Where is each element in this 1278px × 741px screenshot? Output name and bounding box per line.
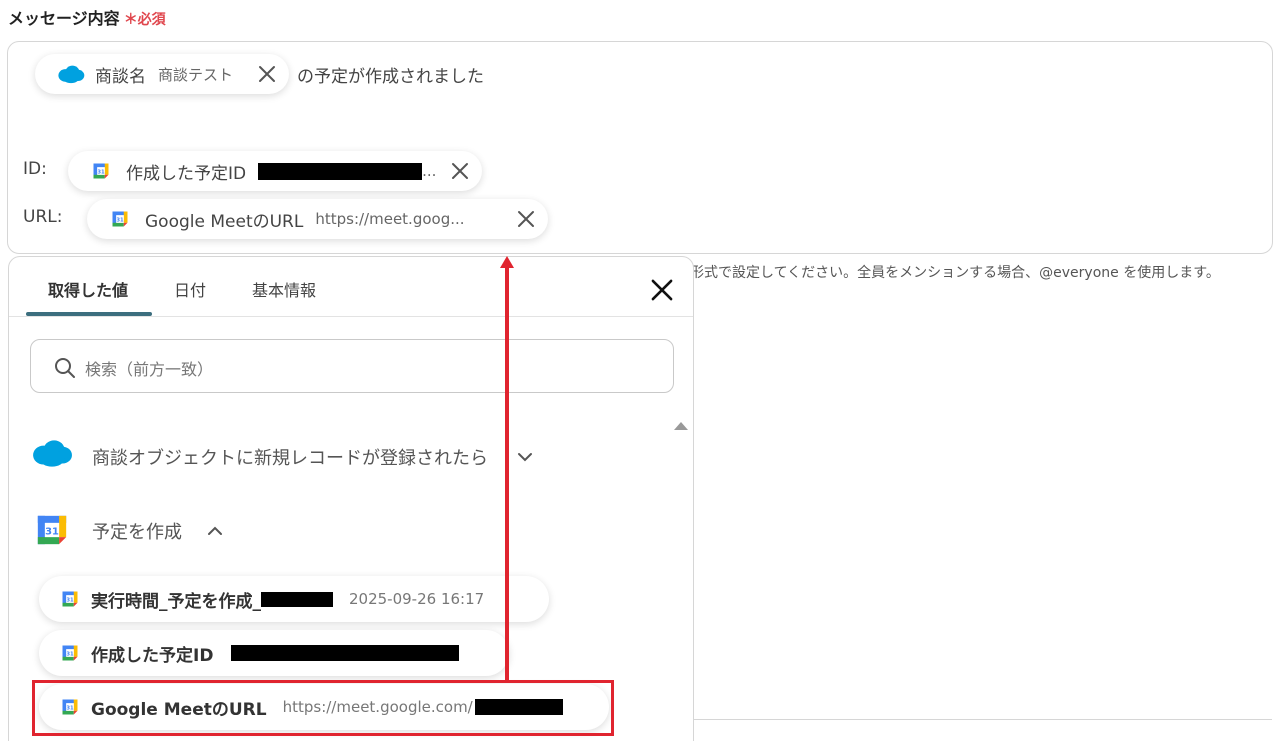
variable-picker-panel: 取得した値 日付 基本情報 検索（前方一致） 商談オブジェクトに新規レコードが登…	[8, 256, 694, 741]
tab-retrieved-values[interactable]: 取得した値	[48, 277, 128, 301]
annotation-highlight-box	[32, 680, 614, 736]
message-editor[interactable]: 商談名 商談テスト の予定が作成されました ID: 作成した予定ID ... U…	[7, 41, 1273, 254]
close-icon[interactable]	[516, 209, 536, 229]
google-calendar-icon	[61, 644, 79, 662]
chevron-down-icon[interactable]	[516, 448, 534, 466]
variable-pill-opportunity-name[interactable]: 商談名 商談テスト	[35, 54, 289, 94]
variable-pill-meet-url[interactable]: Google MeetのURL https://meet.goog...	[87, 199, 548, 239]
field-label-text: メッセージ内容	[8, 9, 120, 28]
pill-value: https://meet.goog...	[315, 210, 465, 228]
list-item-event-id[interactable]: 作成した予定ID	[39, 630, 509, 676]
item-label: 実行時間_予定を作成_	[91, 591, 261, 612]
field-label: メッセージ内容 ＊必須	[8, 5, 166, 29]
redacted-value	[258, 162, 423, 180]
redacted-value	[231, 645, 460, 661]
annotation-arrow-head	[500, 256, 514, 268]
item-value: 2025-09-26 16:17	[349, 590, 485, 608]
google-calendar-icon	[35, 513, 69, 547]
list-item-execution-time[interactable]: 実行時間_予定を作成_ 2025-09-26 16:17	[39, 576, 549, 622]
url-label: URL:	[23, 207, 63, 227]
salesforce-icon	[31, 438, 73, 468]
close-icon[interactable]	[649, 277, 675, 303]
required-badge: ＊必須	[123, 12, 166, 28]
redacted-value	[261, 591, 333, 607]
pill-label: 作成した予定ID	[126, 163, 247, 184]
tab-bar: 取得した値 日付 基本情報	[9, 257, 693, 317]
google-calendar-icon	[61, 590, 79, 608]
google-calendar-icon	[92, 162, 110, 180]
tab-date[interactable]: 日付	[174, 277, 206, 301]
group-label: 予定を作成	[92, 522, 182, 543]
message-text-line1: の予定が作成されました	[297, 67, 484, 87]
search-placeholder: 検索（前方一致）	[85, 360, 214, 379]
active-tab-indicator	[26, 312, 152, 316]
id-label: ID:	[23, 159, 47, 179]
pill-value: ...	[422, 162, 437, 180]
pill-label: 商談名	[95, 66, 146, 87]
group-label: 商談オブジェクトに新規レコードが登録されたら	[92, 448, 488, 469]
search-input[interactable]: 検索（前方一致）	[30, 339, 674, 393]
scroll-up-arrow[interactable]	[674, 422, 688, 430]
annotation-arrow	[505, 264, 509, 680]
search-icon	[55, 358, 75, 378]
pill-label: Google MeetのURL	[145, 211, 304, 232]
pill-value: 商談テスト	[158, 65, 234, 84]
variable-pill-event-id[interactable]: 作成した予定ID ...	[68, 151, 482, 191]
item-label: 作成した予定ID	[91, 645, 214, 666]
google-calendar-icon	[111, 210, 129, 228]
salesforce-icon	[57, 64, 85, 84]
divider	[694, 719, 1272, 720]
chevron-up-icon[interactable]	[206, 522, 224, 540]
close-icon[interactable]	[450, 161, 470, 181]
help-text: 形式で設定してください。全員をメンションする場合、@everyone を使用しま…	[690, 265, 1220, 281]
tab-basic-info[interactable]: 基本情報	[252, 277, 316, 301]
close-icon[interactable]	[257, 64, 277, 84]
